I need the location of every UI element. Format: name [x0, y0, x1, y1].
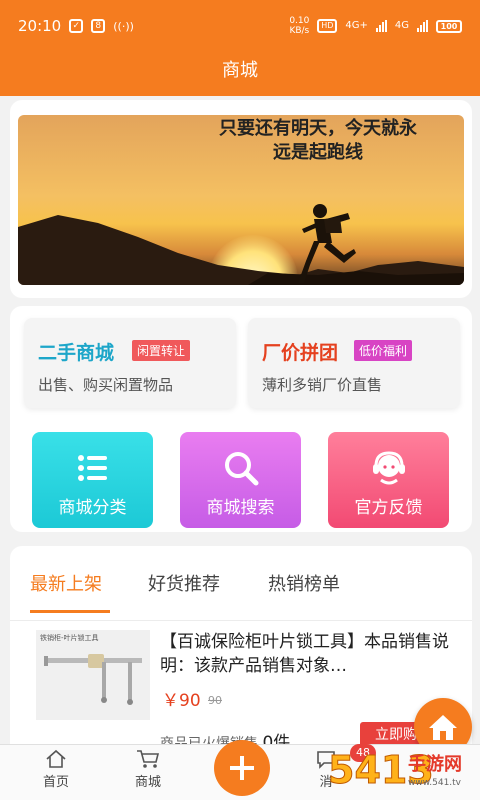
feature-subtitle: 出售、购买闲置物品 — [38, 376, 174, 394]
product-original-price: 90 — [208, 694, 222, 707]
top-bar: 20:10 ✓ 8 ((·)) 0.10 KB/s HD 4G+ 4G 100 … — [0, 0, 480, 96]
feedback-button[interactable]: 官方反馈 — [328, 432, 449, 528]
product-price: ￥90 — [162, 691, 201, 711]
signal-icon — [375, 20, 387, 32]
product-tabs: 最新上架 好货推荐 热销榜单 — [10, 570, 472, 613]
watermark-url: www.541.tv — [408, 778, 462, 788]
feature-tag: 低价福利 — [354, 340, 413, 361]
watermark-text: 手游网 — [408, 754, 462, 775]
page-title: 商城 — [222, 60, 258, 81]
hd-icon: HD — [317, 19, 338, 33]
active-tab-indicator — [30, 610, 110, 613]
home-outline-icon — [46, 749, 66, 768]
network-type-2: 4G — [394, 20, 409, 31]
nav-home-label: 首页 — [42, 775, 69, 790]
lock-tool-image — [44, 654, 142, 705]
search-button[interactable]: 商城搜索 — [180, 432, 301, 528]
feature-title: 厂价拼团 — [262, 342, 339, 364]
status-bar: 20:10 ✓ 8 ((·)) 0.10 KB/s HD 4G+ 4G 100 — [0, 0, 480, 52]
tab-bestsellers[interactable]: 热销榜单 — [268, 570, 340, 596]
promo-banner[interactable]: 只要还有明天，今天就永 远是起跑线 — [18, 115, 464, 285]
thumbnail-caption: 铁销柜-叶片锁工具 — [40, 634, 99, 642]
nfc-icon: ((·)) — [113, 19, 134, 33]
feature-card-group-buy[interactable]: 厂价拼团 低价福利 薄利多销厂价直售 — [248, 318, 460, 408]
feedback-label: 官方反馈 — [354, 498, 423, 518]
nav-mall[interactable]: 商城 — [118, 749, 178, 790]
site-watermark-logo: 5413 手游网 www.541.tv — [326, 744, 480, 800]
battery-icon: 100 — [436, 19, 462, 33]
list-icon — [78, 455, 107, 481]
signal-icon-2 — [417, 20, 428, 32]
publish-plus-button[interactable] — [214, 740, 270, 796]
headset-icon — [373, 451, 405, 485]
app-notification-icon: 8 — [91, 19, 106, 33]
search-label: 商城搜索 — [206, 498, 275, 518]
banner-quote: 只要还有明天，今天就永 远是起跑线 — [219, 118, 417, 163]
feature-subtitle: 薄利多销厂价直售 — [262, 376, 383, 394]
product-thumbnail[interactable]: 铁销柜-叶片锁工具 — [36, 630, 150, 720]
feature-title: 二手商城 — [38, 342, 115, 364]
feature-card-secondhand[interactable]: 二手商城 闲置转让 出售、购买闲置物品 — [24, 318, 236, 408]
features-panel: 二手商城 闲置转让 出售、购买闲置物品 厂价拼团 低价福利 薄利多销厂价直售 商… — [10, 306, 472, 532]
search-icon — [225, 452, 259, 486]
tab-newest[interactable]: 最新上架 — [30, 570, 102, 596]
category-button[interactable]: 商城分类 — [32, 432, 153, 528]
product-title[interactable]: 【百诚保险柜叶片锁工具】本品销售说明：该款产品销售对象… — [160, 630, 460, 678]
feature-tag: 闲置转让 — [132, 340, 191, 361]
banner-panel: 只要还有明天，今天就永 远是起跑线 — [10, 100, 472, 298]
network-type-1: 4G+ — [345, 20, 368, 31]
divider — [10, 620, 472, 621]
tab-recommended[interactable]: 好货推荐 — [148, 570, 220, 596]
nav-home[interactable]: 首页 — [26, 749, 86, 790]
shield-check-icon: ✓ — [69, 19, 84, 33]
category-label: 商城分类 — [58, 498, 127, 518]
cart-icon — [137, 750, 160, 768]
status-time: 20:10 — [18, 17, 62, 35]
network-speed: 0.10 KB/s — [289, 16, 310, 36]
nav-mall-label: 商城 — [134, 775, 161, 790]
